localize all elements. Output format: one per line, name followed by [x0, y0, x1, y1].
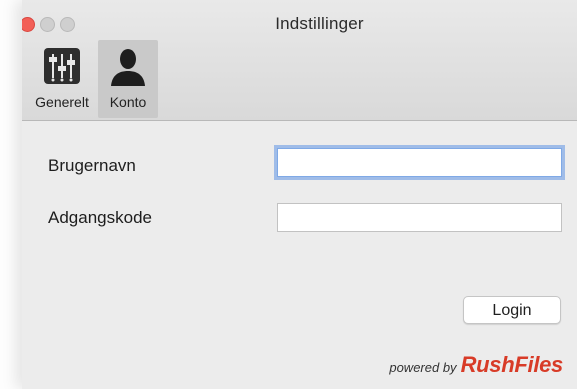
- brand-name: RushFiles: [460, 352, 564, 377]
- tab-account[interactable]: Konto: [98, 40, 158, 118]
- settings-window: Indstillinger Generelt Konto Brugernavn …: [22, 0, 577, 389]
- login-button[interactable]: Login: [463, 296, 561, 324]
- user-icon: [111, 49, 145, 86]
- powered-by-logo: powered by RushFiles: [389, 352, 563, 378]
- username-label: Brugernavn: [48, 156, 136, 175]
- password-input[interactable]: [277, 203, 562, 232]
- tab-general[interactable]: Generelt: [30, 40, 94, 118]
- powered-by-text: powered by: [389, 360, 457, 375]
- tab-general-label: Generelt: [35, 94, 89, 110]
- window-toolbar: Indstillinger Generelt Konto: [22, 0, 577, 121]
- tab-account-label: Konto: [109, 94, 147, 110]
- password-label: Adgangskode: [48, 208, 152, 227]
- sliders-icon: [44, 48, 80, 84]
- username-input[interactable]: [277, 148, 562, 177]
- window-title: Indstillinger: [275, 14, 364, 33]
